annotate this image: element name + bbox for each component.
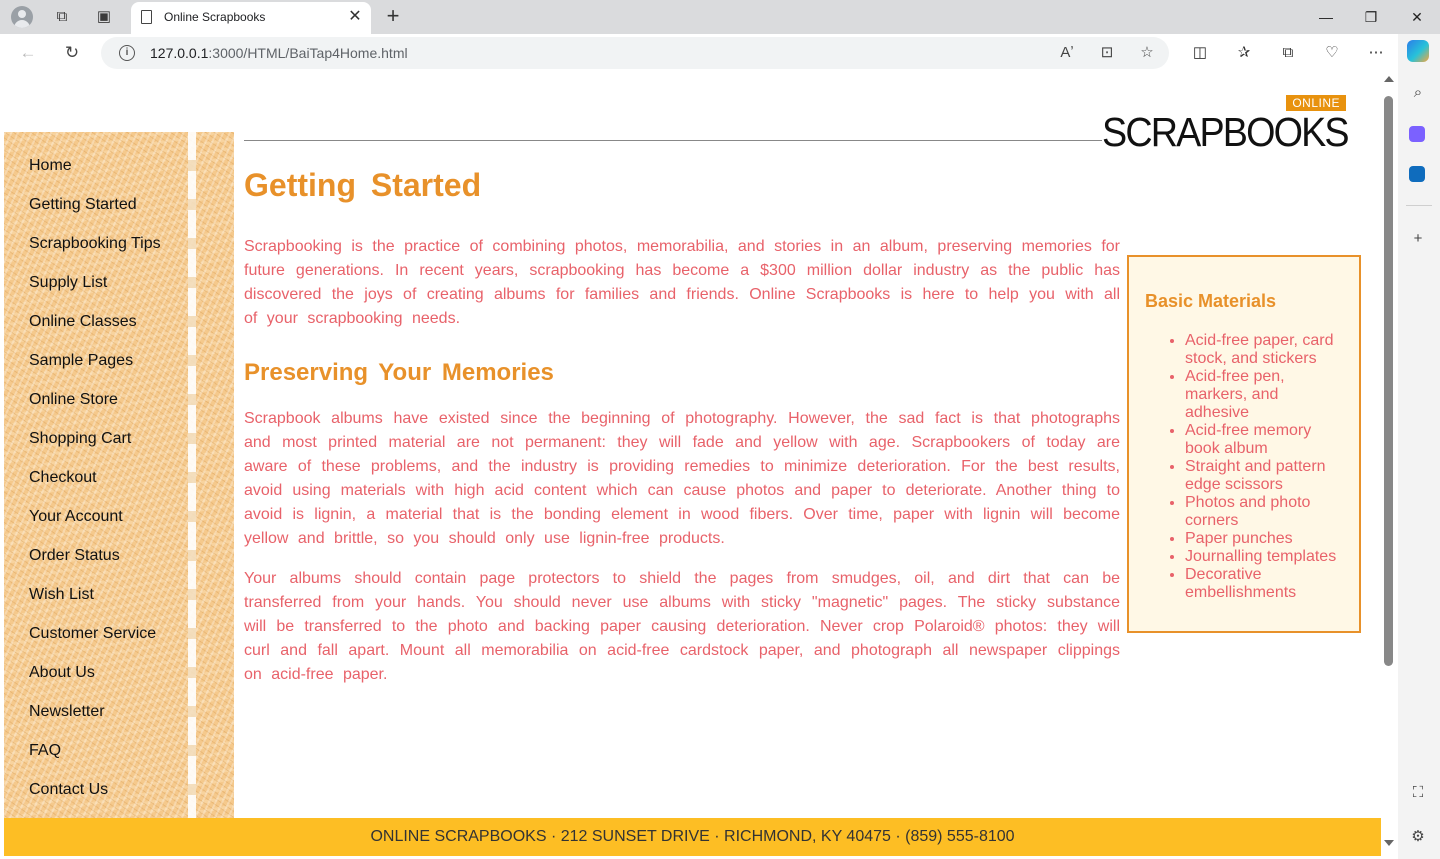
site-logo[interactable]: ONLINE SCRAPBOOKS	[1100, 92, 1352, 155]
basic-materials-box: Basic Materials Acid-free paper, card st…	[1127, 255, 1361, 633]
nav-link-order-status[interactable]: Order Status	[29, 546, 161, 585]
site-info-icon[interactable]: i	[119, 45, 135, 61]
browser-tab-online-scrapbooks[interactable]: Online Scrapbooks ✕	[131, 2, 371, 34]
settings-gear-icon[interactable]: ⚙	[1407, 826, 1429, 848]
nav-link-online-store[interactable]: Online Store	[29, 390, 161, 429]
immersive-reader-icon[interactable]: ⊡	[1096, 43, 1118, 63]
sidebar-divider	[1406, 205, 1432, 206]
url-field[interactable]: i 127.0.0.1:3000/HTML/BaiTap4Home.html A…	[101, 37, 1169, 69]
back-arrow-icon[interactable]: ←	[16, 42, 40, 64]
navigation-sidebar: Home Getting Started Scrapbooking Tips S…	[4, 132, 234, 822]
page-viewport: ONLINE SCRAPBOOKS Home Getting Started S…	[4, 72, 1381, 859]
list-item: Journalling templates	[1185, 548, 1343, 566]
minimize-window-icon[interactable]: —	[1311, 6, 1341, 28]
close-window-icon[interactable]: ✕	[1402, 6, 1432, 28]
copilot-icon[interactable]	[1407, 40, 1429, 62]
search-icon[interactable]: ⌕	[1407, 82, 1429, 104]
list-item: Photos and photo corners	[1185, 494, 1343, 530]
nav-link-faq[interactable]: FAQ	[29, 741, 161, 780]
nav-link-wish-list[interactable]: Wish List	[29, 585, 161, 624]
intro-paragraph: Scrapbooking is the practice of combinin…	[244, 238, 1120, 327]
list-item: Acid-free pen, markers, and adhesive	[1185, 368, 1343, 422]
nav-link-your-account[interactable]: Your Account	[29, 507, 161, 546]
list-item: Acid-free memory book album	[1185, 422, 1343, 458]
nav-link-about-us[interactable]: About Us	[29, 663, 161, 702]
scrollbar-thumb[interactable]	[1384, 96, 1393, 666]
nav-link-online-classes[interactable]: Online Classes	[29, 312, 161, 351]
nav-link-supply-list[interactable]: Supply List	[29, 273, 161, 312]
collections-icon[interactable]: ⧉	[1276, 42, 1300, 64]
body-paragraph-1: Scrapbook albums have existed since the …	[244, 410, 1120, 547]
workspaces-icon[interactable]: ⧉	[51, 6, 73, 28]
edge-sidebar: ⌕ + ⛶ ⚙	[1398, 34, 1440, 859]
nav-link-getting-started[interactable]: Getting Started	[29, 195, 161, 234]
nav-list: Home Getting Started Scrapbooking Tips S…	[29, 156, 161, 819]
favorites-icon[interactable]: ✰	[1232, 42, 1256, 64]
nav-link-contact-us[interactable]: Contact Us	[29, 780, 161, 819]
new-tab-icon[interactable]: +	[381, 4, 405, 28]
copilot-designer-icon[interactable]	[1409, 126, 1425, 142]
profile-avatar-icon[interactable]	[11, 6, 33, 28]
scroll-up-arrow-icon[interactable]	[1384, 76, 1394, 82]
nav-link-home[interactable]: Home	[29, 156, 161, 195]
nav-link-shopping-cart[interactable]: Shopping Cart	[29, 429, 161, 468]
main-content: Getting Started Scrapbooking is the prac…	[244, 167, 1120, 687]
close-tab-icon[interactable]: ✕	[345, 7, 365, 27]
screenshot-icon[interactable]: ⛶	[1407, 782, 1429, 804]
outlook-icon[interactable]	[1409, 166, 1425, 182]
list-item: Decorative embellishments	[1185, 566, 1343, 602]
nav-link-newsletter[interactable]: Newsletter	[29, 702, 161, 741]
url-path: :3000/HTML/BaiTap4Home.html	[208, 45, 408, 61]
materials-list: Acid-free paper, card stock, and sticker…	[1145, 332, 1343, 602]
more-options-icon[interactable]: ⋯	[1364, 42, 1388, 64]
reload-icon[interactable]: ↻	[60, 42, 84, 64]
nav-link-customer-service[interactable]: Customer Service	[29, 624, 161, 663]
read-aloud-icon[interactable]: A︎ʼ	[1056, 43, 1078, 63]
favorite-star-icon[interactable]: ☆	[1136, 43, 1158, 63]
list-item: Acid-free paper, card stock, and sticker…	[1185, 332, 1343, 368]
section-title: Preserving Your Memories	[244, 359, 554, 386]
body-paragraph-2: Your albums should contain page protecto…	[244, 570, 1120, 683]
browser-essentials-icon[interactable]: ♡	[1320, 42, 1344, 64]
site-footer: ONLINE SCRAPBOOKS · 212 SUNSET DRIVE · R…	[4, 818, 1381, 856]
header-divider	[244, 140, 1102, 141]
scroll-down-arrow-icon[interactable]	[1384, 840, 1394, 846]
aside-title: Basic Materials	[1145, 291, 1277, 311]
restore-window-icon[interactable]: ❐	[1356, 6, 1386, 28]
tab-title: Online Scrapbooks	[164, 10, 266, 24]
logo-wordmark: SCRAPBOOKS	[1102, 109, 1350, 155]
sidebar-decorative-strip	[188, 132, 196, 822]
page-title: Getting Started	[244, 167, 482, 203]
nav-link-sample-pages[interactable]: Sample Pages	[29, 351, 161, 390]
nav-link-checkout[interactable]: Checkout	[29, 468, 161, 507]
tab-actions-icon[interactable]: ▣	[93, 6, 115, 28]
list-item: Paper punches	[1185, 530, 1343, 548]
list-item: Straight and pattern edge scissors	[1185, 458, 1343, 494]
nav-link-scrapbooking-tips[interactable]: Scrapbooking Tips	[29, 234, 161, 273]
url-text: 127.0.0.1:3000/HTML/BaiTap4Home.html	[150, 45, 408, 61]
page-favicon-icon	[141, 10, 152, 24]
url-host: 127.0.0.1	[150, 45, 209, 61]
browser-tab-bar: ⧉ ▣ Online Scrapbooks ✕ + — ❐ ✕	[0, 0, 1440, 34]
split-screen-icon[interactable]: ◫	[1188, 42, 1212, 64]
add-sidebar-app-icon[interactable]: +	[1407, 228, 1429, 250]
browser-address-bar: ← ↻ i 127.0.0.1:3000/HTML/BaiTap4Home.ht…	[0, 34, 1440, 72]
